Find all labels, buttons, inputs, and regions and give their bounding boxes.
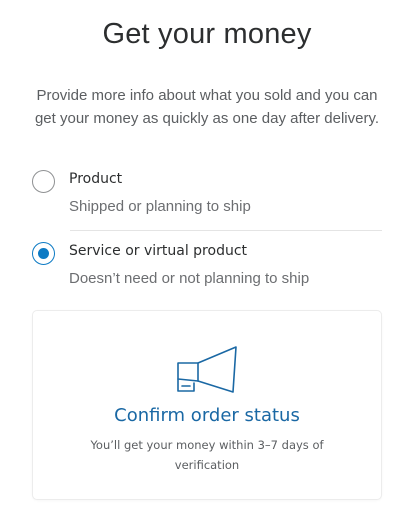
confirm-order-description: You’ll get your money within 3–7 days of… <box>90 438 324 472</box>
option-service-description: Doesn’t need or not planning to ship <box>69 270 310 287</box>
confirm-order-title: Confirm order status <box>114 405 300 426</box>
options-divider <box>70 230 382 231</box>
option-product[interactable]: Product Shipped or planning to ship <box>32 166 382 226</box>
page-title: Get your money <box>102 18 312 50</box>
option-product-description: Shipped or planning to ship <box>69 198 251 215</box>
option-service[interactable]: Service or virtual product Doesn’t need … <box>32 238 382 298</box>
megaphone-icon <box>177 346 237 393</box>
product-radio-button[interactable] <box>32 170 55 193</box>
confirm-order-card: Confirm order status You’ll get your mon… <box>33 311 381 499</box>
option-product-label: Product <box>69 171 123 187</box>
service-radio-button[interactable] <box>32 242 55 265</box>
option-service-label: Service or virtual product <box>69 243 248 259</box>
page-subtitle: Provide more info about what you sold an… <box>34 87 380 127</box>
